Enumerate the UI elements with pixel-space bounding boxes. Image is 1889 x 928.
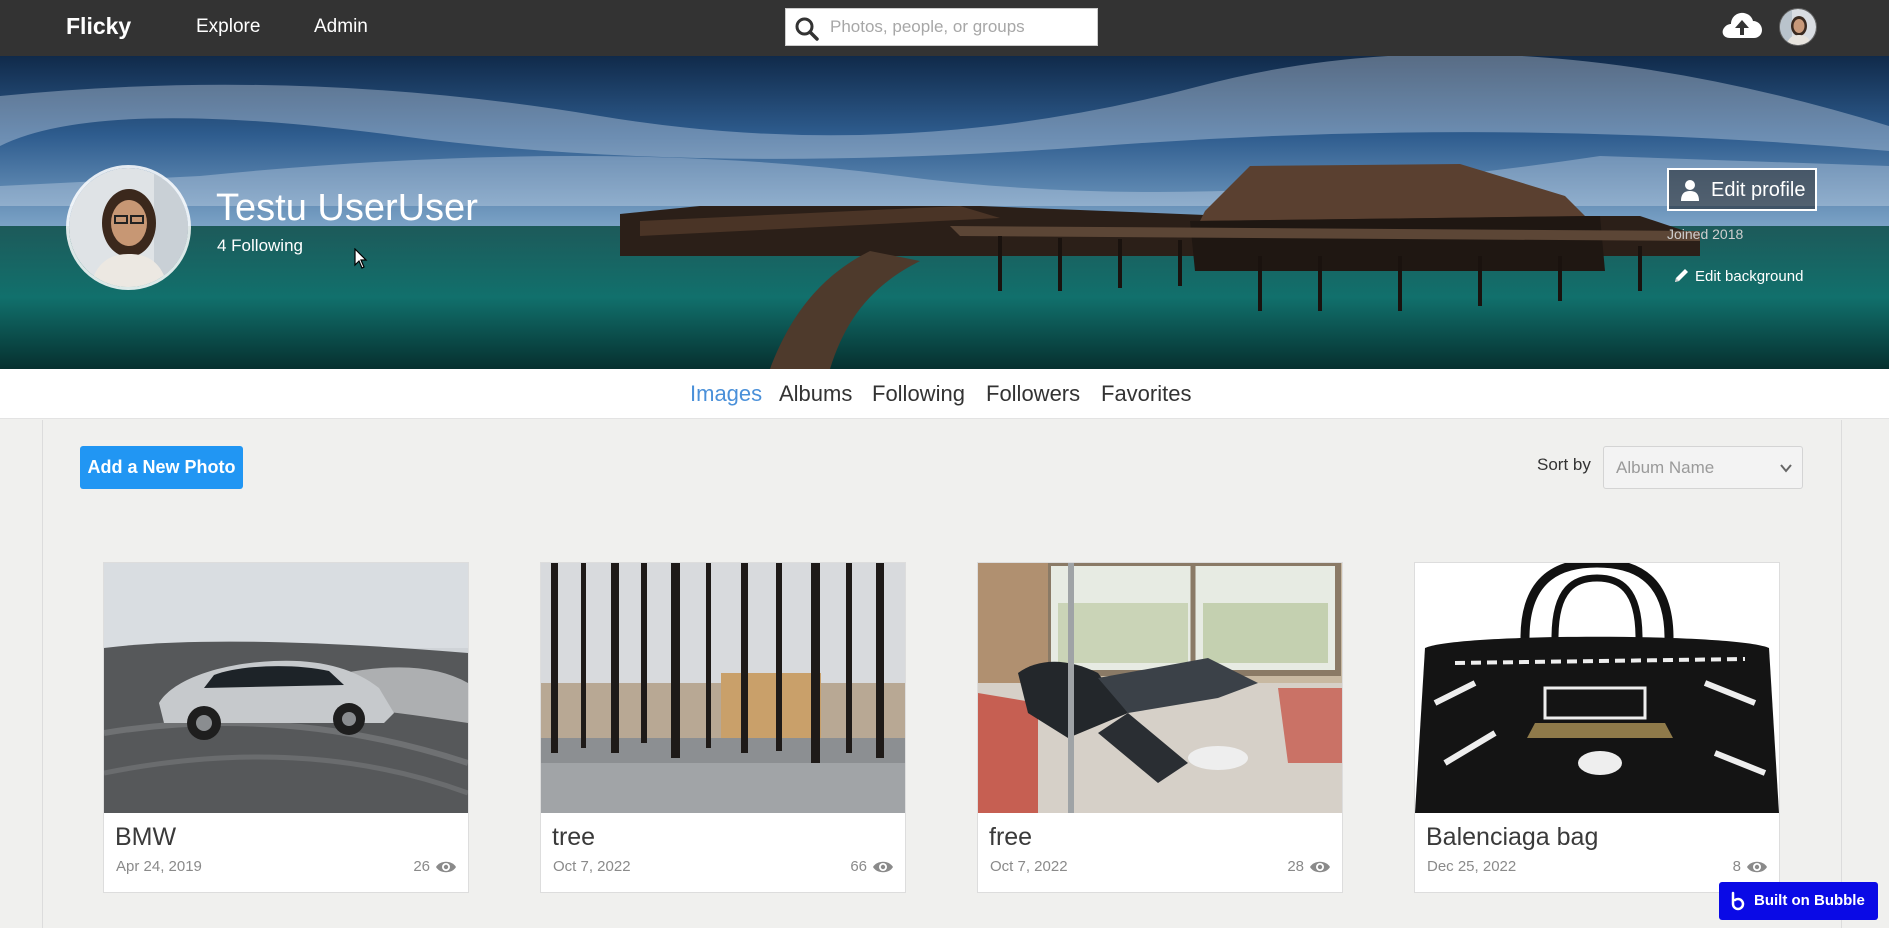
add-photo-button[interactable]: Add a New Photo (80, 446, 243, 489)
eye-icon (873, 861, 893, 873)
sort-select-value: Album Name (1616, 458, 1715, 477)
photo-thumbnail[interactable] (1415, 563, 1779, 813)
bubble-logo-icon (1731, 891, 1745, 911)
eye-icon (1310, 861, 1330, 873)
brand-logo[interactable]: Flicky (66, 13, 131, 40)
photo-date: Apr 24, 2019 (116, 858, 202, 875)
built-on-bubble-label: Built on Bubble (1754, 892, 1865, 909)
profile-name: Testu UserUser (216, 187, 478, 229)
photo-date: Oct 7, 2022 (990, 858, 1068, 875)
search-box (785, 8, 1098, 46)
tab-albums[interactable]: Albums (779, 381, 852, 407)
following-count[interactable]: 4 Following (217, 236, 303, 256)
tab-followers[interactable]: Followers (986, 381, 1080, 407)
nav-explore-link[interactable]: Explore (196, 16, 260, 38)
view-count: 28 (1287, 858, 1304, 875)
built-on-bubble-badge[interactable]: Built on Bubble (1719, 882, 1878, 920)
profile-tabs: Images Albums Following Followers Favori… (0, 369, 1889, 419)
pencil-icon (1675, 269, 1688, 282)
sort-select[interactable]: Album Name (1603, 446, 1803, 489)
nav-admin-link[interactable]: Admin (314, 16, 368, 38)
edit-profile-label: Edit profile (1711, 179, 1806, 201)
user-avatar[interactable] (1779, 8, 1817, 46)
photo-title[interactable]: free (989, 823, 1032, 852)
user-icon (1681, 180, 1699, 201)
photo-card[interactable]: BMW Apr 24, 2019 26 (103, 562, 469, 893)
photo-thumbnail[interactable] (978, 563, 1342, 813)
tab-following[interactable]: Following (872, 381, 965, 407)
view-count: 8 (1732, 858, 1741, 875)
photo-thumbnail[interactable] (541, 563, 905, 813)
eye-icon (1747, 861, 1767, 873)
edit-profile-button[interactable]: Edit profile (1667, 168, 1817, 211)
photo-title[interactable]: tree (552, 823, 595, 852)
tab-favorites[interactable]: Favorites (1101, 381, 1191, 407)
mouse-cursor-icon (354, 248, 368, 269)
joined-date: Joined 2018 (1667, 226, 1744, 242)
profile-avatar (66, 165, 191, 290)
tab-images[interactable]: Images (690, 381, 762, 407)
photo-title[interactable]: BMW (115, 823, 176, 852)
view-count: 66 (850, 858, 867, 875)
cloud-upload-icon[interactable] (1720, 8, 1764, 44)
photo-card[interactable]: tree Oct 7, 2022 66 (540, 562, 906, 893)
photo-card[interactable]: free Oct 7, 2022 28 (977, 562, 1343, 893)
profile-banner: Testu UserUser 4 Following Edit profile … (0, 56, 1889, 369)
search-input[interactable] (830, 9, 1094, 45)
photo-date: Dec 25, 2022 (1427, 858, 1517, 875)
view-count: 26 (413, 858, 430, 875)
eye-icon (436, 861, 456, 873)
top-navbar: Flicky Explore Admin (0, 0, 1889, 56)
photo-card[interactable]: Balenciaga bag Dec 25, 2022 8 (1414, 562, 1780, 893)
photo-thumbnail[interactable] (104, 563, 468, 813)
photo-date: Oct 7, 2022 (553, 858, 631, 875)
chevron-down-icon (1780, 464, 1792, 473)
edit-background-link[interactable]: Edit background (1673, 267, 1803, 285)
sort-label: Sort by (1537, 455, 1591, 474)
search-icon[interactable] (793, 15, 821, 43)
photo-title[interactable]: Balenciaga bag (1426, 823, 1598, 852)
edit-background-label: Edit background (1695, 268, 1804, 285)
